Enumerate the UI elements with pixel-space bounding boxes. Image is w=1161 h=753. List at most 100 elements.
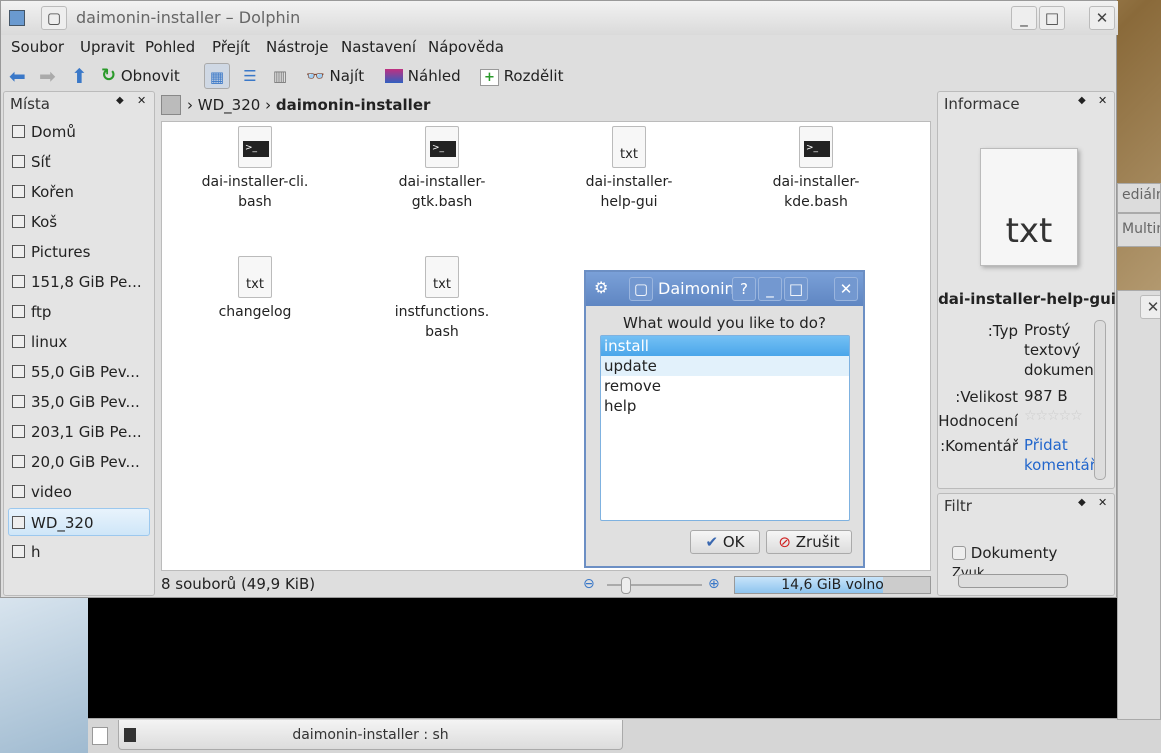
script-file-icon: >_ bbox=[425, 126, 459, 168]
file-item[interactable]: txt instfunctions. bash bbox=[367, 256, 517, 342]
filter-item[interactable]: Dokumenty bbox=[952, 544, 1057, 562]
split-button[interactable]: + Rozdělit bbox=[480, 63, 563, 89]
option-help[interactable]: help bbox=[601, 396, 849, 416]
columns-view-button[interactable]: ▥ bbox=[267, 63, 293, 89]
reload-button[interactable]: ↻ Obnovit bbox=[101, 63, 180, 89]
place-item[interactable]: Koš bbox=[12, 208, 154, 236]
menu-napoveda[interactable]: Nápověda bbox=[428, 38, 504, 56]
close-icon[interactable]: ✕ bbox=[1098, 94, 1107, 107]
close-button[interactable]: ✕ bbox=[834, 277, 858, 301]
binoculars-icon: 👓 bbox=[306, 67, 325, 85]
float-icon[interactable]: ◆ bbox=[1078, 95, 1086, 106]
info-scrollbar[interactable] bbox=[1094, 320, 1106, 480]
place-icon bbox=[12, 545, 25, 558]
breadcrumb-item[interactable]: WD_320 bbox=[198, 96, 261, 114]
zoom-in-icon[interactable]: ⊕ bbox=[708, 576, 720, 592]
maximize-button[interactable]: □ bbox=[784, 277, 808, 301]
up-icon[interactable]: ⬆ bbox=[71, 63, 88, 89]
menu-prejit[interactable]: Přejít bbox=[212, 38, 250, 56]
background-window-tab[interactable]: Multim bbox=[1117, 213, 1161, 247]
menu-nastroje[interactable]: Nástroje bbox=[266, 38, 329, 56]
dolphin-app-icon[interactable] bbox=[9, 10, 25, 26]
place-item[interactable]: ftp bbox=[12, 298, 154, 326]
option-update[interactable]: update bbox=[601, 356, 849, 376]
gear-icon[interactable]: ⚙ bbox=[594, 278, 608, 297]
place-item[interactable]: WD_320 bbox=[8, 508, 150, 536]
place-item[interactable]: 203,1 GiB Pe... bbox=[12, 418, 154, 446]
place-item[interactable]: 20,0 GiB Pev... bbox=[12, 448, 154, 476]
background-window-tab[interactable]: ediální bbox=[1117, 183, 1161, 213]
cancel-icon: ⊘ bbox=[778, 533, 791, 551]
place-item[interactable]: Kořen bbox=[12, 178, 154, 206]
close-icon[interactable]: ✕ bbox=[137, 94, 146, 107]
breadcrumb-current[interactable]: daimonin-installer bbox=[276, 96, 431, 114]
place-item[interactable]: h bbox=[12, 538, 154, 566]
terminal-icon bbox=[124, 728, 136, 742]
option-install[interactable]: install bbox=[601, 336, 849, 356]
script-file-icon: >_ bbox=[799, 126, 833, 168]
options-list[interactable]: install update remove help bbox=[600, 335, 850, 521]
filter-hscrollbar[interactable] bbox=[958, 574, 1068, 588]
size-value: 987 B bbox=[1024, 387, 1068, 405]
place-item[interactable]: Síť bbox=[12, 148, 154, 176]
zoom-out-icon[interactable]: ⊖ bbox=[583, 576, 595, 592]
minimize-button[interactable]: _ bbox=[758, 277, 782, 301]
option-remove[interactable]: remove bbox=[601, 376, 849, 396]
drive-icon[interactable] bbox=[161, 95, 181, 115]
maximize-button[interactable]: □ bbox=[1039, 6, 1065, 30]
menu-nastaveni[interactable]: Nastavení bbox=[341, 38, 416, 56]
breadcrumb: › WD_320 › daimonin-installer bbox=[187, 96, 431, 114]
file-item[interactable]: >_ dai-installer- gtk.bash bbox=[367, 126, 517, 212]
checkbox[interactable] bbox=[952, 546, 966, 560]
place-item[interactable]: 55,0 GiB Pev... bbox=[12, 358, 154, 386]
find-button[interactable]: 👓 Najít bbox=[306, 63, 364, 89]
details-view-button[interactable]: ☰ bbox=[237, 63, 263, 89]
file-item[interactable]: txt changelog bbox=[180, 256, 330, 322]
place-item[interactable]: 35,0 GiB Pev... bbox=[12, 388, 154, 416]
place-item[interactable]: video bbox=[12, 478, 154, 506]
float-icon[interactable]: ◆ bbox=[116, 95, 124, 106]
add-comment-link[interactable]: Přidat komentář bbox=[1024, 435, 1096, 475]
window-menu-button[interactable]: ▢ bbox=[629, 277, 653, 301]
icons-view-button[interactable]: ▦ bbox=[204, 63, 230, 89]
preview-button[interactable]: Náhled bbox=[385, 63, 461, 89]
zoom-slider-handle[interactable] bbox=[621, 577, 631, 594]
file-item[interactable]: txt dai-installer- help-gui bbox=[554, 126, 704, 212]
place-item[interactable]: Pictures bbox=[12, 238, 154, 266]
information-panel: Informace ◆ ✕ txt dai-installer-help-gui… bbox=[937, 91, 1116, 489]
forward-icon[interactable]: ➡ bbox=[39, 63, 56, 89]
info-filename: dai-installer-help-gui bbox=[938, 290, 1116, 308]
preview-icon bbox=[385, 69, 403, 83]
close-icon[interactable]: ✕ bbox=[1140, 295, 1160, 319]
menu-pohled[interactable]: Pohled bbox=[145, 38, 195, 56]
place-item[interactable]: 151,8 GiB Pe... bbox=[12, 268, 154, 296]
file-item[interactable]: >_ dai-installer- kde.bash bbox=[741, 126, 891, 212]
help-button[interactable]: ? bbox=[732, 277, 756, 301]
window-menu-button[interactable]: ▢ bbox=[41, 6, 67, 30]
back-icon[interactable]: ⬅ bbox=[9, 63, 26, 89]
menu-upravit[interactable]: Upravit bbox=[80, 38, 135, 56]
menu-soubor[interactable]: Soubor bbox=[11, 38, 64, 56]
reload-icon: ↻ bbox=[101, 65, 117, 86]
place-icon bbox=[12, 245, 25, 258]
place-icon bbox=[12, 365, 25, 378]
minimize-button[interactable]: _ bbox=[1011, 6, 1037, 30]
free-space-bar: 14,6 GiB volno bbox=[734, 576, 931, 594]
ok-button[interactable]: ✔ OK bbox=[690, 530, 760, 554]
place-item[interactable]: linux bbox=[12, 328, 154, 356]
file-item[interactable]: >_ dai-installer-cli. bash bbox=[180, 126, 330, 212]
cancel-button[interactable]: ⊘ Zrušit bbox=[766, 530, 852, 554]
rating-stars[interactable]: ☆☆☆☆☆ bbox=[1024, 408, 1083, 424]
place-icon bbox=[12, 485, 25, 498]
free-space-label: 14,6 GiB volno bbox=[781, 577, 884, 593]
check-icon: ✔ bbox=[705, 533, 719, 551]
status-summary: 8 souborů (49,9 KiB) bbox=[161, 575, 316, 593]
file-name: dai-installer- help-gui bbox=[585, 174, 673, 210]
place-item[interactable]: Domů bbox=[12, 118, 154, 146]
new-tab-icon[interactable] bbox=[92, 727, 108, 745]
place-icon bbox=[12, 335, 25, 348]
konsole-tab[interactable]: daimonin-installer : sh bbox=[118, 720, 623, 750]
close-icon[interactable]: ✕ bbox=[1098, 496, 1107, 509]
float-icon[interactable]: ◆ bbox=[1078, 497, 1086, 508]
close-button[interactable]: ✕ bbox=[1089, 6, 1115, 30]
